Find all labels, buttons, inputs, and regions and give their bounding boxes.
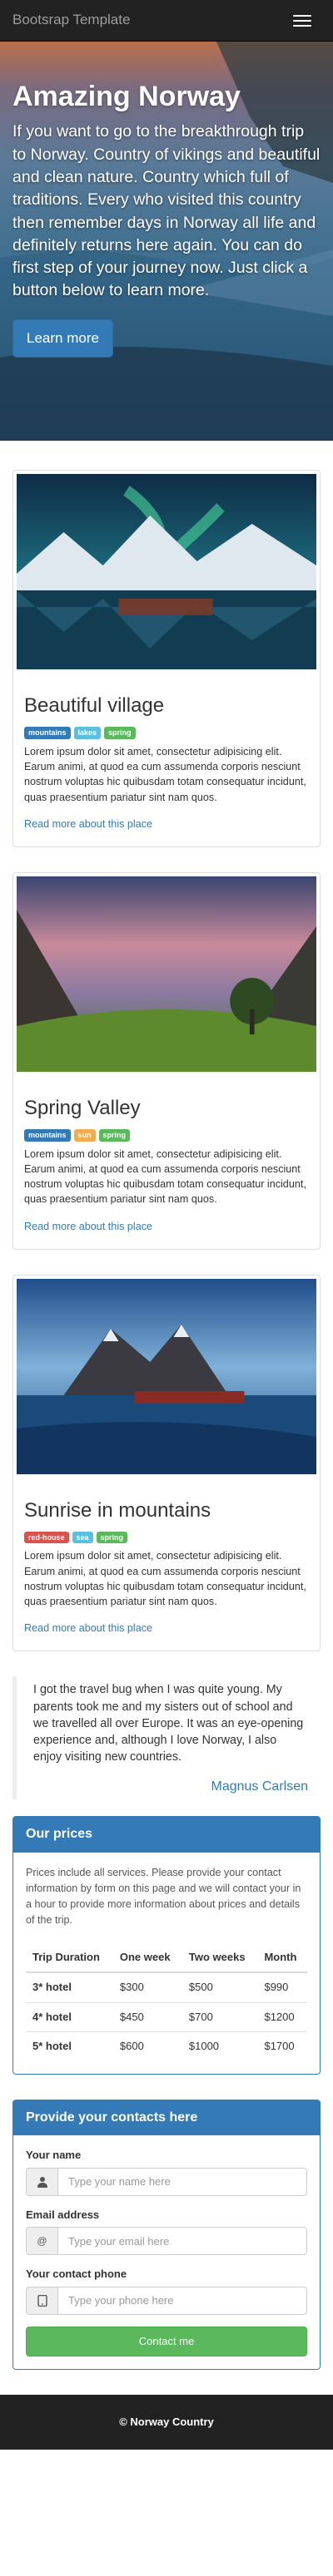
at-sign-icon: @: [26, 2227, 57, 2256]
table-row: 5* hotel $600 $1000 $1700: [26, 2031, 307, 2061]
phone-label: Your contact phone: [26, 2268, 127, 2281]
card-tags: mountains sun spring: [24, 1128, 309, 1142]
table-cell: $1700: [257, 2031, 307, 2061]
table-cell: $700: [181, 2001, 258, 2032]
email-label: Email address: [26, 2208, 100, 2221]
card-title: Beautiful village: [24, 694, 165, 717]
tag-badge: lakes: [73, 727, 102, 739]
sunrise-image: [17, 1278, 316, 1474]
valley-image: [17, 876, 316, 1072]
table-cell: $990: [257, 1971, 307, 2003]
village-image: [17, 474, 316, 669]
hero-title: Amazing Norway: [12, 81, 241, 112]
table-cell: $500: [181, 1971, 258, 2003]
card-tags: mountains lakes spring: [24, 727, 309, 739]
place-card-valley: Spring Valley mountains sun spring Lorem…: [12, 871, 321, 1250]
tag-badge: mountains: [24, 727, 71, 739]
table-cell: $1000: [181, 2031, 258, 2061]
table-header: Two weeks: [181, 1942, 258, 1974]
table-cell: 4* hotel: [26, 2001, 113, 2032]
prices-heading: Our prices: [13, 1817, 320, 1853]
table-cell: $1200: [257, 2001, 307, 2032]
table-header: One week: [112, 1942, 182, 1974]
tag-badge: mountains: [24, 1128, 71, 1142]
table-cell: $600: [112, 2031, 182, 2061]
tag-badge: spring: [96, 1531, 128, 1544]
name-label: Your name: [26, 2149, 82, 2162]
main-content: Beautiful village mountains lakes spring…: [0, 441, 333, 2371]
card-description: Lorem ipsum dolor sit amet, consectetur …: [24, 1147, 306, 1206]
footer: © Norway Country: [0, 2395, 333, 2450]
tag-badge: sea: [72, 1531, 93, 1544]
table-header: Trip Duration: [26, 1942, 113, 1974]
footer-copyright: © Norway Country: [119, 2416, 214, 2429]
email-input[interactable]: [57, 2227, 307, 2256]
prices-panel: Our prices Prices include all services. …: [12, 1816, 321, 2075]
prices-table: Trip Duration One week Two weeks Month 3…: [26, 1942, 307, 2061]
hero-section: Amazing Norway If you want to go to the …: [0, 42, 333, 441]
card-title: Sunrise in mountains: [24, 1498, 211, 1522]
card-description: Lorem ipsum dolor sit amet, consectetur …: [24, 745, 306, 803]
navbar: Bootsrap Template: [0, 0, 333, 42]
contact-heading: Provide your contacts here: [13, 2100, 320, 2136]
card-title: Spring Valley: [24, 1096, 141, 1119]
navbar-brand[interactable]: Bootsrap Template: [12, 10, 130, 30]
tag-badge: spring: [104, 727, 136, 739]
prices-intro: Prices include all services. Please prov…: [26, 1867, 301, 1926]
table-row: 4* hotel $450 $700 $1200: [26, 2001, 307, 2032]
quote-text: I got the travel bug when I was quite yo…: [33, 1683, 304, 1764]
table-header: Month: [257, 1942, 307, 1974]
card-description: Lorem ipsum dolor sit amet, consectetur …: [24, 1550, 306, 1608]
place-card-sunrise: Sunrise in mountains red-house sea sprin…: [12, 1274, 321, 1652]
phone-input[interactable]: [57, 2286, 307, 2315]
tag-badge: sun: [73, 1128, 96, 1142]
table-cell: $300: [112, 1971, 182, 2003]
name-input[interactable]: [57, 2167, 307, 2196]
hero-text: If you want to go to the breakthrough tr…: [12, 122, 321, 300]
phone-icon: [26, 2286, 57, 2315]
learn-more-button[interactable]: Learn more: [12, 318, 113, 358]
table-cell: 3* hotel: [26, 1971, 113, 2003]
table-cell: 5* hotel: [26, 2031, 113, 2061]
tag-badge: spring: [98, 1128, 131, 1142]
place-card-village: Beautiful village mountains lakes spring…: [12, 470, 321, 847]
hamburger-icon[interactable]: [284, 7, 321, 35]
card-tags: red-house sea spring: [24, 1531, 309, 1544]
testimonial-quote: I got the travel bug when I was quite yo…: [12, 1676, 321, 1800]
quote-author: Magnus Carlsen: [211, 1779, 309, 1794]
contact-panel: Provide your contacts here Your name Ema…: [12, 2099, 321, 2371]
contact-me-button[interactable]: Contact me: [26, 2326, 307, 2357]
table-row: 3* hotel $300 $500 $990: [26, 1971, 307, 2003]
tag-badge: red-house: [24, 1531, 69, 1544]
read-more-link[interactable]: Read more about this place: [24, 1622, 152, 1634]
user-icon: [26, 2167, 57, 2196]
table-cell: $450: [112, 2001, 182, 2032]
read-more-link[interactable]: Read more about this place: [24, 818, 152, 830]
read-more-link[interactable]: Read more about this place: [24, 1221, 152, 1232]
